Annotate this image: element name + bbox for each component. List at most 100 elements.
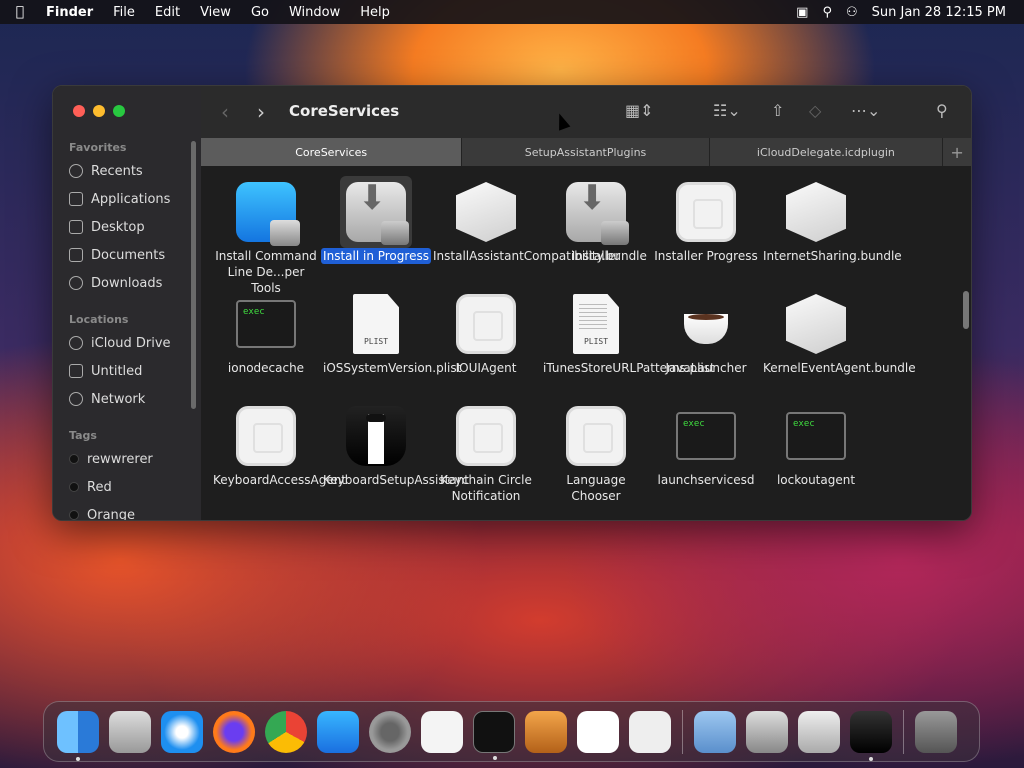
tab-coreservices[interactable]: CoreServices <box>201 138 463 166</box>
sidebar-tag-red[interactable]: Red <box>69 477 112 497</box>
sidebar-item-label: Documents <box>91 247 166 263</box>
toolbar: ‹ › CoreServices ▦⇕ ☷⌄ ⇧ ◇ ⋯⌄ ⚲ <box>201 86 971 138</box>
firefox-icon[interactable] <box>213 710 255 753</box>
menu-clock[interactable]: Sun Jan 28 12:15 PM <box>872 5 1006 20</box>
minimize-button[interactable] <box>93 105 105 117</box>
file-item[interactable]: InternetSharing.bundle <box>761 176 902 264</box>
share-icon[interactable]: ⇧ <box>771 101 784 120</box>
file-item[interactable]: PLIST iOSSystemVersion.plist <box>321 288 461 376</box>
forward-chevron-icon[interactable]: › <box>257 100 265 124</box>
globe-icon <box>69 392 83 406</box>
file-item[interactable]: exec ionodecache <box>211 288 321 376</box>
menu-help[interactable]: Help <box>350 5 400 20</box>
menu-go[interactable]: Go <box>241 5 279 20</box>
launchpad-icon[interactable] <box>109 710 151 753</box>
window-controls <box>73 105 125 117</box>
menu-window[interactable]: Window <box>279 5 350 20</box>
zoom-button[interactable] <box>113 105 125 117</box>
finder-folder-icon[interactable] <box>694 710 736 753</box>
system-settings-icon[interactable] <box>369 710 411 753</box>
tag-icon[interactable]: ◇ <box>809 101 821 120</box>
file-thumbnail <box>560 176 632 248</box>
menu-edit[interactable]: Edit <box>145 5 190 20</box>
safari-icon[interactable] <box>161 710 203 753</box>
spotlight-search-icon[interactable]: ⚲ <box>822 5 832 20</box>
back-chevron-icon[interactable]: ‹ <box>221 100 229 124</box>
file-item[interactable]: KeyboardAccessAgent <box>211 400 346 488</box>
more-actions-icon[interactable]: ⋯⌄ <box>851 101 880 120</box>
sidebar-item-network[interactable]: Network <box>69 389 145 409</box>
control-center-icon[interactable]: ⚇ <box>846 5 858 20</box>
icon-view-icon[interactable]: ▦⇕ <box>625 101 654 120</box>
tab-setupassistantplugins[interactable]: SetupAssistantPlugins <box>462 138 710 166</box>
file-type-badge: PLIST <box>583 337 609 346</box>
file-thumbnail <box>780 176 852 248</box>
file-thumbnail: PLIST <box>340 288 412 360</box>
group-icon[interactable]: ☷⌄ <box>713 101 741 120</box>
file-name: launchservicesd <box>657 473 755 487</box>
pkg-file-icon <box>566 182 629 245</box>
search-icon[interactable]: ⚲ <box>936 101 948 120</box>
tab-iclouddelegate[interactable]: iCloudDelegate.icdplugin <box>710 138 944 166</box>
generic-file-icon <box>456 406 516 466</box>
close-button[interactable] <box>73 105 85 117</box>
sidebar-tag-rewwrerer[interactable]: rewwrerer <box>69 449 153 469</box>
app-store-icon[interactable] <box>317 710 359 753</box>
installer-icon[interactable] <box>746 710 788 753</box>
file-item[interactable]: KernelEventAgent.bundle <box>761 288 916 376</box>
content-scrollbar[interactable] <box>963 291 969 329</box>
sidebar-scrollbar[interactable] <box>191 141 196 409</box>
menu-file[interactable]: File <box>103 5 145 20</box>
file-name: KernelEventAgent.bundle <box>763 361 916 375</box>
screen-mirroring-icon[interactable]: ▣ <box>796 5 808 20</box>
file-item[interactable]: Installer <box>541 176 651 264</box>
file-item[interactable]: Install Command Line De...per Tools <box>211 176 321 296</box>
xcode-file-icon <box>236 182 300 246</box>
finder-icon[interactable] <box>57 710 99 761</box>
dock-separator <box>682 709 683 754</box>
vscode-icon[interactable] <box>577 710 619 753</box>
sidebar-tag-orange[interactable]: Orange <box>69 505 135 520</box>
file-item[interactable]: PLIST iTunesStoreURLPatterns.plist <box>541 288 715 376</box>
sidebar-item-recents[interactable]: Recents <box>69 161 143 181</box>
setup-assistant-icon[interactable] <box>850 710 892 761</box>
tux-file-icon <box>346 406 406 466</box>
file-item[interactable]: exec launchservicesd <box>651 400 761 488</box>
file-item[interactable]: IOUIAgent <box>431 288 541 376</box>
sidebar-item-desktop[interactable]: Desktop <box>69 217 145 237</box>
menu-app-finder[interactable]: Finder <box>40 5 103 20</box>
file-item[interactable]: exec lockoutagent <box>761 400 871 488</box>
exec-file-icon: exec <box>236 300 296 348</box>
menu-bar:  Finder File Edit View Go Window Help ▣… <box>0 0 1024 24</box>
sidebar-item-untitled[interactable]: Untitled <box>69 361 142 381</box>
chrome-icon[interactable] <box>265 710 307 753</box>
new-tab-button[interactable]: + <box>943 138 971 166</box>
file-thumbnail <box>340 176 412 248</box>
sidebar-item-label: Red <box>87 479 112 495</box>
apple-icon[interactable]:  <box>0 4 40 20</box>
file-item[interactable]: Install in Progress <box>321 176 431 264</box>
garageband-icon[interactable] <box>525 710 567 753</box>
sidebar-item-applications[interactable]: Applications <box>69 189 170 209</box>
trash-icon[interactable] <box>915 710 957 753</box>
sidebar-item-label: Applications <box>91 191 171 207</box>
file-name: Installer <box>571 249 621 263</box>
sidebar-item-documents[interactable]: Documents <box>69 245 165 265</box>
file-item[interactable]: InstallAssistantCompatibility.bundle <box>431 176 647 264</box>
running-indicator <box>76 756 80 761</box>
terminal-icon[interactable] <box>473 710 515 760</box>
sidebar-item-icloud-drive[interactable]: iCloud Drive <box>69 333 171 353</box>
file-item[interactable]: Keychain Circle Notification <box>431 400 541 504</box>
file-item[interactable]: Language Chooser <box>541 400 651 504</box>
system-info-icon[interactable] <box>798 710 840 753</box>
sidebar-item-downloads[interactable]: Downloads <box>69 273 162 293</box>
blank-app-icon[interactable] <box>629 710 671 753</box>
textedit-icon[interactable] <box>421 710 463 753</box>
menu-view[interactable]: View <box>190 5 241 20</box>
file-item[interactable]: Installer Progress <box>651 176 761 264</box>
file-item[interactable]: KeyboardSetupAssistant <box>321 400 469 488</box>
sidebar-section-locations: Locations <box>69 313 129 326</box>
file-item[interactable]: JavaLauncher <box>651 288 761 376</box>
sidebar-item-label: Desktop <box>91 219 145 235</box>
finder-window: Favorites Recents Applications Desktop D… <box>52 85 972 521</box>
